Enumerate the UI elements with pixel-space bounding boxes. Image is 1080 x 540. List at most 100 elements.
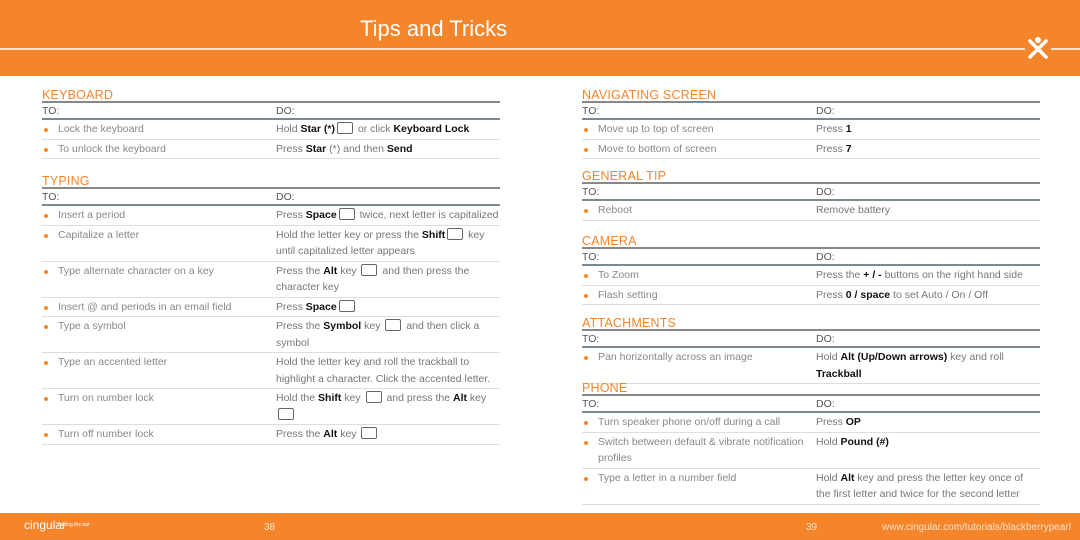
star-key-icon: [336, 122, 353, 134]
action-text: Press the: [276, 320, 324, 332]
section-attachments: ATTACHMENTS TO: DO: Pan horizontally across…: [582, 316, 1040, 384]
action-text: Hold: [816, 435, 841, 448]
table-row: Reboot Remove battery: [582, 201, 1040, 221]
space-key-icon: [338, 208, 355, 220]
row-action: Hold the Shift key and press the Alt key: [276, 390, 500, 423]
column-headers: TO: DO:: [582, 396, 1040, 413]
table-row: Turn speaker phone on/off during a call P…: [582, 413, 1040, 433]
action-key-term: Space: [305, 300, 337, 313]
table-row: Lock the keyboard Hold Star (*) or click …: [42, 120, 500, 140]
section-title: PHONE: [582, 381, 1040, 396]
section-title: GENERAL TIP: [582, 169, 1040, 184]
action-key-term: OP: [845, 416, 861, 428]
alt-key-icon: [361, 427, 378, 439]
column-headers: TO: DO:: [42, 103, 500, 120]
row-task: Turn off number lock: [42, 426, 276, 443]
action-key-term: Star (*): [300, 123, 335, 135]
section-title: KEYBOARD: [42, 88, 500, 103]
table-row: Turn off number lock Press the Alt key: [42, 425, 500, 445]
action-text: Hold the: [276, 392, 319, 404]
action-key-term: Trackball: [816, 367, 862, 380]
row-action: Hold the letter key or press the Shift k…: [276, 227, 500, 260]
action-text: Press: [816, 142, 846, 155]
action-text: Press the: [816, 269, 864, 281]
row-task: To Zoom: [582, 267, 816, 284]
action-text: key: [337, 264, 360, 277]
row-action: Press Space twice, next letter is capita…: [276, 207, 500, 224]
action-text: Press the: [276, 428, 324, 440]
header-banner: Tips and Tricks: [0, 0, 1080, 76]
action-key-term: Alt: [840, 471, 855, 484]
table-row: To unlock the keyboard Press Star (*) and…: [42, 140, 500, 159]
action-text: and press the: [383, 392, 454, 404]
action-key-term: Alt (Up/Down arrows): [840, 351, 948, 363]
row-action: Press OP: [816, 414, 1040, 431]
column-headers: TO: DO:: [582, 103, 1040, 120]
action-text: to set Auto / On / Off: [890, 288, 988, 301]
symbol-key-icon: [385, 319, 402, 331]
section-phone: PHONE TO: DO: Turn speaker phone on/off dur…: [582, 381, 1040, 505]
action-text: Hold: [816, 471, 841, 484]
row-task: Move up to top of screen: [582, 121, 816, 138]
action-text: Hold: [816, 351, 841, 363]
section-keyboard: KEYBOARD TO: DO: Lock the keyboard Hold Star…: [42, 88, 500, 159]
row-action: Hold Pound (#): [816, 434, 1040, 467]
row-task: Type a letter in a number field: [582, 470, 816, 503]
do-header: DO:: [816, 186, 835, 198]
footer-url[interactable]: www.cingular.com/tutorials/blackberrypea…: [882, 522, 1071, 533]
row-task: Lock the keyboard: [42, 121, 276, 138]
action-key-term: Star: [305, 142, 327, 155]
column-headers: TO: DO:: [582, 331, 1040, 348]
do-header: DO:: [816, 251, 835, 263]
do-header: DO:: [276, 105, 295, 117]
space-key-icon: [338, 299, 355, 312]
alt-key-icon: [361, 263, 378, 276]
action-key-term: Alt: [323, 264, 338, 277]
action-key-term: Pound (#): [840, 435, 889, 448]
column-headers: TO: DO:: [42, 189, 500, 206]
to-header: TO:: [582, 398, 600, 410]
do-header: DO:: [816, 398, 835, 410]
footer-bar: cingular raising the bar 38 39 www.cingu…: [0, 513, 1080, 540]
action-text: key: [337, 428, 360, 440]
row-task: Switch between default & vibrate notific…: [582, 434, 816, 467]
row-task: Turn on number lock: [42, 390, 276, 423]
shift-key-icon: [447, 227, 464, 240]
column-headers: TO: DO:: [582, 184, 1040, 201]
column-headers: TO: DO:: [582, 249, 1040, 266]
action-key-term: 0 / space: [845, 288, 891, 301]
row-action: Hold Alt key and press the letter key on…: [816, 470, 1040, 503]
action-key-term: 1: [845, 123, 852, 135]
table-row: Flash setting Press 0 / space to set Auto…: [582, 286, 1040, 305]
row-action: Press 7: [816, 141, 1040, 158]
table-row: Type an accented letter Hold the letter k…: [42, 353, 500, 389]
action-text: key: [361, 320, 384, 332]
row-task: Insert @ and periods in an email field: [42, 299, 276, 316]
action-key-term: Symbol: [323, 320, 362, 332]
row-action: Press the Symbol key and then click a sy…: [276, 318, 500, 351]
action-text: Press: [816, 288, 846, 301]
row-action: Press the Alt key and then press the cha…: [276, 263, 500, 296]
action-key-term: Shift: [421, 228, 446, 241]
action-key-term: Send: [386, 142, 413, 155]
action-text: key: [341, 392, 364, 404]
table-row: Pan horizontally across an image Hold Alt…: [582, 348, 1040, 384]
action-text: Press: [276, 300, 306, 313]
section-title: CAMERA: [582, 234, 1040, 249]
do-header: DO:: [276, 191, 295, 203]
action-text: (*) and then: [326, 142, 387, 155]
row-task: Capitalize a letter: [42, 227, 276, 260]
row-task: Type alternate character on a key: [42, 263, 276, 296]
section-camera: CAMERA TO: DO: To Zoom Press the + / - butto…: [582, 234, 1040, 305]
section-title: TYPING: [42, 174, 500, 189]
section-general: GENERAL TIP TO: DO: Reboot Remove battery: [582, 169, 1040, 221]
do-header: DO:: [816, 333, 835, 345]
row-action: Press 1: [816, 121, 1040, 138]
action-text: key and roll: [947, 351, 1004, 363]
table-row: Capitalize a letter Hold the letter key o…: [42, 226, 500, 262]
action-text: Press: [816, 416, 846, 428]
row-action: Press Space: [276, 299, 500, 316]
action-key-term: Keyboard Lock: [393, 123, 470, 135]
shift-key-icon: [365, 391, 382, 403]
footer-tagline: raising the bar: [58, 522, 90, 528]
